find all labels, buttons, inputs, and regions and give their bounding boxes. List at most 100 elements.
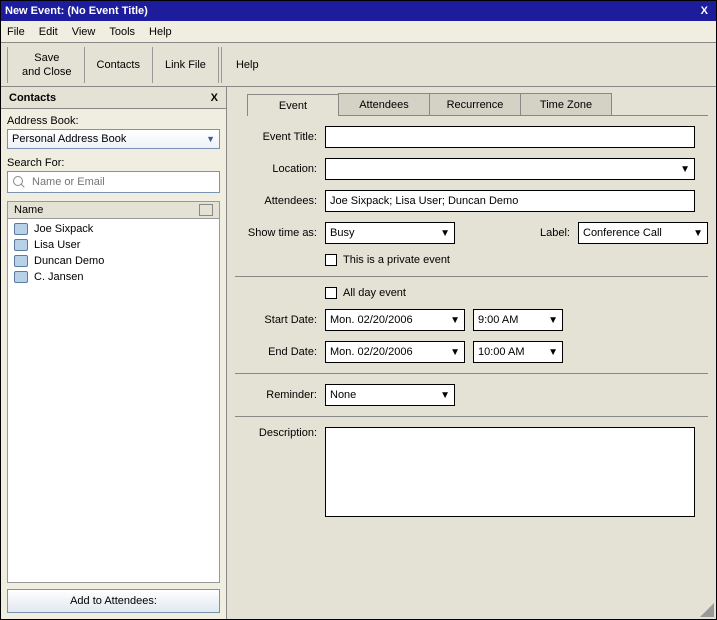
search-input[interactable]	[30, 175, 215, 189]
name-column-header: Name	[14, 204, 43, 216]
menu-edit[interactable]: Edit	[39, 26, 58, 38]
row-location: Location: ▼	[235, 158, 708, 180]
start-time-value: 9:00 AM	[478, 314, 518, 326]
show-time-value: Busy	[330, 227, 354, 239]
chevron-down-icon: ▼	[440, 228, 450, 239]
link-file-button[interactable]: Link File	[153, 47, 219, 83]
attendees-input[interactable]: Joe Sixpack; Lisa User; Duncan Demo	[325, 190, 695, 212]
allday-label: All day event	[343, 287, 406, 299]
contact-name: Joe Sixpack	[34, 223, 93, 235]
show-time-select[interactable]: Busy ▼	[325, 222, 455, 244]
location-input[interactable]: ▼	[325, 158, 695, 180]
sidebar-close-icon[interactable]: X	[211, 92, 218, 104]
row-event-title: Event Title:	[235, 126, 708, 148]
end-time-value: 10:00 AM	[478, 346, 524, 358]
row-end-date: End Date: Mon. 02/20/2006 ▼ 10:00 AM ▼	[235, 341, 708, 363]
reminder-select[interactable]: None ▼	[325, 384, 455, 406]
card-icon	[199, 204, 213, 216]
main-panel: Event Attendees Recurrence Time Zone Eve…	[227, 87, 716, 619]
close-icon[interactable]: X	[697, 5, 712, 17]
contacts-sidebar: Contacts X Address Book: Personal Addres…	[1, 87, 227, 619]
list-item[interactable]: Duncan Demo	[8, 253, 219, 269]
tab-event[interactable]: Event	[247, 94, 339, 116]
private-label: This is a private event	[343, 254, 450, 266]
end-date-value: Mon. 02/20/2006	[330, 346, 413, 358]
contact-icon	[14, 239, 28, 251]
chevron-down-icon: ▼	[693, 228, 703, 239]
contact-icon	[14, 271, 28, 283]
sidebar-header: Contacts X	[1, 87, 226, 109]
divider	[235, 416, 708, 417]
row-start-date: Start Date: Mon. 02/20/2006 ▼ 9:00 AM ▼	[235, 309, 708, 331]
menu-help[interactable]: Help	[149, 26, 172, 38]
separator	[221, 47, 222, 83]
search-label: Search For:	[7, 157, 220, 169]
help-button[interactable]: Help	[224, 47, 271, 83]
tabs: Event Attendees Recurrence Time Zone	[247, 93, 708, 116]
contacts-button[interactable]: Contacts	[85, 47, 153, 83]
row-attendees: Attendees: Joe Sixpack; Lisa User; Dunca…	[235, 190, 708, 212]
start-date-select[interactable]: Mon. 02/20/2006 ▼	[325, 309, 465, 331]
chevron-down-icon: ▼	[450, 347, 460, 358]
private-checkbox[interactable]	[325, 254, 337, 266]
search-icon	[12, 175, 26, 189]
start-date-value: Mon. 02/20/2006	[330, 314, 413, 326]
event-title-input[interactable]	[325, 126, 695, 148]
divider	[235, 276, 708, 277]
contact-icon	[14, 223, 28, 235]
end-time-select[interactable]: 10:00 AM ▼	[473, 341, 563, 363]
divider	[235, 373, 708, 374]
end-date-label: End Date:	[235, 346, 325, 358]
tab-recurrence[interactable]: Recurrence	[429, 93, 521, 115]
titlebar: New Event: (No Event Title) X	[1, 1, 716, 21]
window-title: New Event: (No Event Title)	[5, 5, 148, 17]
list-item[interactable]: C. Jansen	[8, 269, 219, 285]
address-book-value: Personal Address Book	[12, 133, 126, 145]
chevron-down-icon: ▼	[548, 315, 558, 326]
list-item[interactable]: Joe Sixpack	[8, 221, 219, 237]
add-to-attendees-button[interactable]: Add to Attendees:	[7, 589, 220, 613]
chevron-down-icon: ▼	[206, 134, 215, 144]
contact-name: Lisa User	[34, 239, 80, 251]
contact-list-header[interactable]: Name	[7, 201, 220, 219]
chevron-down-icon: ▼	[440, 390, 450, 401]
chevron-down-icon: ▼	[680, 164, 690, 175]
end-date-select[interactable]: Mon. 02/20/2006 ▼	[325, 341, 465, 363]
separator	[7, 47, 8, 83]
tab-timezone[interactable]: Time Zone	[520, 93, 612, 115]
menubar: File Edit View Tools Help	[1, 21, 716, 43]
show-time-label: Show time as:	[235, 227, 325, 239]
contact-list[interactable]: Joe Sixpack Lisa User Duncan Demo C. Jan…	[7, 219, 220, 583]
contact-name: C. Jansen	[34, 271, 84, 283]
menu-view[interactable]: View	[72, 26, 96, 38]
address-book-select[interactable]: Personal Address Book ▼	[7, 129, 220, 149]
label-label: Label:	[540, 227, 578, 239]
list-item[interactable]: Lisa User	[8, 237, 219, 253]
chevron-down-icon: ▼	[548, 347, 558, 358]
allday-checkbox[interactable]	[325, 287, 337, 299]
address-book-label: Address Book:	[7, 115, 220, 127]
chevron-down-icon: ▼	[450, 315, 460, 326]
row-allday: All day event	[325, 287, 708, 299]
description-textarea[interactable]	[325, 427, 695, 517]
row-showtime: Show time as: Busy ▼ Label: Conference C…	[235, 222, 708, 244]
row-description: Description:	[235, 427, 708, 517]
contact-name: Duncan Demo	[34, 255, 104, 267]
toolbar: Save and Close Contacts Link File Help	[1, 43, 716, 87]
attendees-label: Attendees:	[235, 195, 325, 207]
resize-handle-icon[interactable]	[698, 601, 714, 617]
label-select[interactable]: Conference Call ▼	[578, 222, 708, 244]
menu-file[interactable]: File	[7, 26, 25, 38]
menu-tools[interactable]: Tools	[109, 26, 135, 38]
window: New Event: (No Event Title) X File Edit …	[0, 0, 717, 620]
event-title-label: Event Title:	[235, 131, 325, 143]
start-time-select[interactable]: 9:00 AM ▼	[473, 309, 563, 331]
sidebar-title: Contacts	[9, 92, 56, 104]
tab-attendees[interactable]: Attendees	[338, 93, 430, 115]
sidebar-inner: Address Book: Personal Address Book ▼ Se…	[1, 109, 226, 583]
save-close-button[interactable]: Save and Close	[10, 47, 85, 83]
reminder-value: None	[330, 389, 356, 401]
location-label: Location:	[235, 163, 325, 175]
reminder-label: Reminder:	[235, 389, 325, 401]
row-private: This is a private event	[325, 254, 708, 266]
